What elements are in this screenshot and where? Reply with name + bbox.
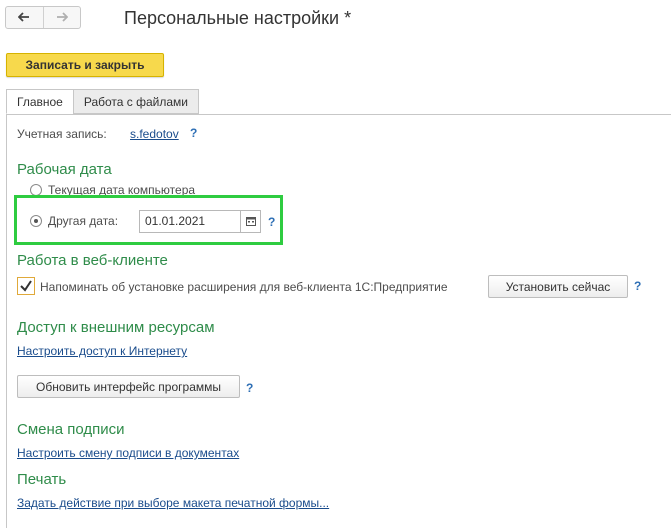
arrow-left-icon bbox=[17, 11, 30, 25]
radio-other-date-label: Другая дата: bbox=[48, 214, 119, 228]
forward-button[interactable] bbox=[42, 7, 81, 28]
install-now-button[interactable]: Установить сейчас bbox=[488, 275, 628, 298]
calendar-button[interactable] bbox=[241, 210, 261, 233]
external-heading: Доступ к внешним ресурсам bbox=[17, 319, 215, 336]
work-date-help-icon[interactable]: ? bbox=[268, 215, 275, 229]
nav-buttons bbox=[5, 6, 81, 29]
work-date-heading: Рабочая дата bbox=[17, 161, 112, 178]
account-help-icon[interactable]: ? bbox=[190, 126, 197, 140]
back-button[interactable] bbox=[6, 7, 43, 28]
external-help-icon[interactable]: ? bbox=[246, 381, 253, 395]
tab-files[interactable]: Работа с файлами bbox=[72, 89, 200, 114]
page-title: Персональные настройки * bbox=[124, 8, 352, 28]
signature-heading: Смена подписи bbox=[17, 421, 125, 438]
refresh-interface-button[interactable]: Обновить интерфейс программы bbox=[17, 375, 240, 398]
remind-label: Напоминать об установке расширения для в… bbox=[40, 280, 448, 294]
save-and-close-button[interactable]: Записать и закрыть bbox=[6, 53, 164, 77]
account-label: Учетная запись: bbox=[17, 127, 107, 141]
print-link[interactable]: Задать действие при выборе макета печатн… bbox=[17, 496, 329, 510]
internet-access-link[interactable]: Настроить доступ к Интернету bbox=[17, 344, 187, 358]
date-input[interactable]: 01.01.2021 bbox=[139, 210, 241, 233]
print-heading: Печать bbox=[17, 471, 67, 488]
web-client-help-icon[interactable]: ? bbox=[634, 279, 641, 293]
remind-checkbox[interactable] bbox=[17, 277, 35, 295]
web-client-heading: Работа в веб-клиенте bbox=[17, 252, 168, 269]
tab-bar: Главное Работа с файлами bbox=[6, 89, 200, 115]
radio-other-date[interactable] bbox=[30, 215, 42, 227]
tab-main[interactable]: Главное bbox=[6, 89, 74, 114]
account-link[interactable]: s.fedotov bbox=[130, 127, 179, 141]
signature-link[interactable]: Настроить смену подписи в документах bbox=[17, 446, 239, 460]
calendar-icon bbox=[245, 215, 256, 229]
arrow-right-icon bbox=[56, 11, 69, 25]
